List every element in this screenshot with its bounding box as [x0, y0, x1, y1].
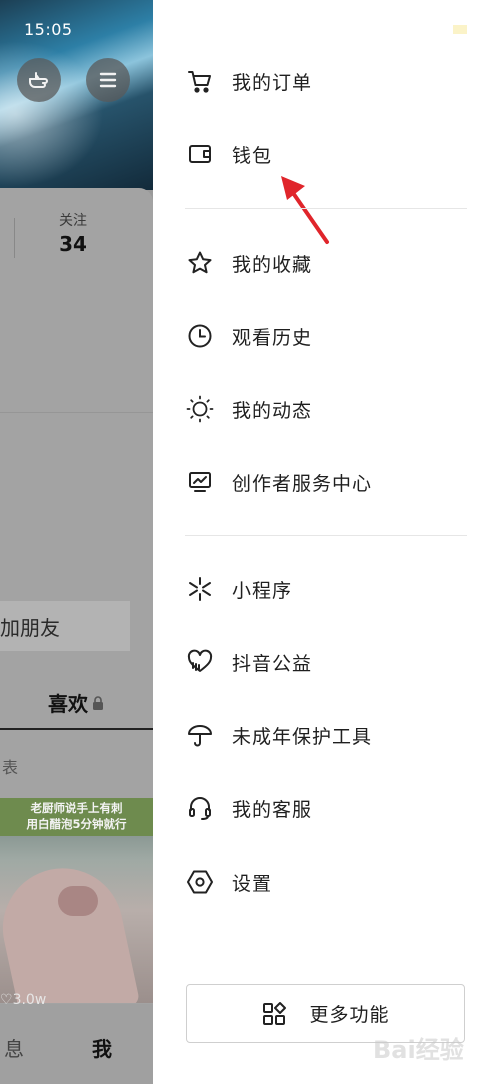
menu-divider [185, 208, 467, 209]
follow-label: 关注 [59, 213, 87, 229]
partial-tab-label: 表 [2, 758, 19, 777]
menu-item-favorites[interactable]: 我的收藏 [153, 235, 500, 291]
apps-grid-icon [261, 1001, 287, 1027]
likes-tab-label: 喜欢 [48, 692, 88, 716]
menu-item-history[interactable]: 观看历史 [153, 308, 500, 364]
menu-item-creator-center[interactable]: 创作者服务中心 [153, 454, 500, 510]
menu-item-label: 抖音公益 [232, 652, 313, 675]
star-icon [185, 248, 215, 278]
divider [0, 412, 153, 413]
hand-pointer-icon [27, 68, 51, 92]
cart-icon [185, 66, 215, 96]
hamburger-menu-icon [97, 69, 119, 91]
menu-item-label: 钱包 [232, 144, 273, 167]
thumbnail-caption-line2: 用白醋泡5分钟就行 [26, 817, 127, 831]
menu-item-label: 我的客服 [232, 798, 313, 821]
umbrella-icon [185, 720, 215, 750]
add-friend-button[interactable]: 加朋友 [0, 601, 130, 651]
lock-icon [92, 695, 104, 710]
thumbnail-fingernail-image [58, 886, 98, 916]
status-time: 15:05 [24, 20, 73, 39]
clock-icon [185, 321, 215, 351]
video-thumbnail[interactable]: 老厨师说手上有刺 用白醋泡5分钟就行 [0, 798, 153, 1003]
tab-likes[interactable]: 喜欢 [48, 688, 104, 717]
menu-item-label: 我的动态 [232, 399, 313, 422]
charity-heart-icon [185, 647, 215, 677]
menu-item-label: 观看历史 [232, 326, 313, 349]
menu-item-label: 设置 [232, 872, 273, 895]
profile-background: 15:05 关注 34 加朋友 喜欢 表 老厨师说手上有刺 用白醋泡5分钟就行 … [0, 0, 153, 1084]
thumbnail-caption: 老厨师说手上有刺 用白醋泡5分钟就行 [0, 800, 153, 832]
more-functions-label: 更多功能 [309, 1004, 390, 1026]
menu-item-orders[interactable]: 我的订单 [153, 53, 500, 109]
status-indicator [453, 25, 467, 34]
menu-item-settings[interactable]: 设置 [153, 854, 500, 910]
menu-button[interactable] [86, 58, 130, 102]
menu-item-label: 创作者服务中心 [232, 472, 373, 495]
menu-item-label: 未成年保护工具 [232, 725, 373, 748]
headset-icon [185, 793, 215, 823]
add-friend-label: 加朋友 [0, 615, 60, 640]
thumbnail-finger-image [0, 857, 141, 1003]
nav-messages[interactable]: 息 [4, 1033, 24, 1062]
menu-item-label: 小程序 [232, 579, 293, 602]
wallet-icon [185, 139, 215, 169]
tab-underline [0, 728, 153, 730]
menu-item-charity[interactable]: 抖音公益 [153, 634, 500, 690]
sun-icon [185, 394, 215, 424]
nav-me[interactable]: 我 [92, 1033, 112, 1062]
menu-item-label: 我的收藏 [232, 253, 313, 276]
menu-item-minor-protection[interactable]: 未成年保护工具 [153, 707, 500, 763]
creator-monitor-icon [185, 467, 215, 497]
side-drawer: 我的订单 钱包 我的收藏 观看历史 我的动态 创作者服务中心 小程序 抖音公益 … [153, 0, 500, 1084]
stat-divider [14, 218, 15, 258]
settings-hexagon-icon [185, 867, 215, 897]
mini-program-icon [185, 574, 215, 604]
watermark: Bai经验 [373, 1036, 464, 1064]
menu-item-customer-service[interactable]: 我的客服 [153, 780, 500, 836]
menu-item-mini-programs[interactable]: 小程序 [153, 561, 500, 617]
menu-item-label: 我的订单 [232, 71, 313, 94]
menu-divider [185, 535, 467, 536]
follow-count[interactable]: 34 [47, 232, 99, 256]
menu-item-activity[interactable]: 我的动态 [153, 381, 500, 437]
hand-pointer-button[interactable] [17, 58, 61, 102]
thumbnail-caption-line1: 老厨师说手上有刺 [30, 801, 123, 815]
